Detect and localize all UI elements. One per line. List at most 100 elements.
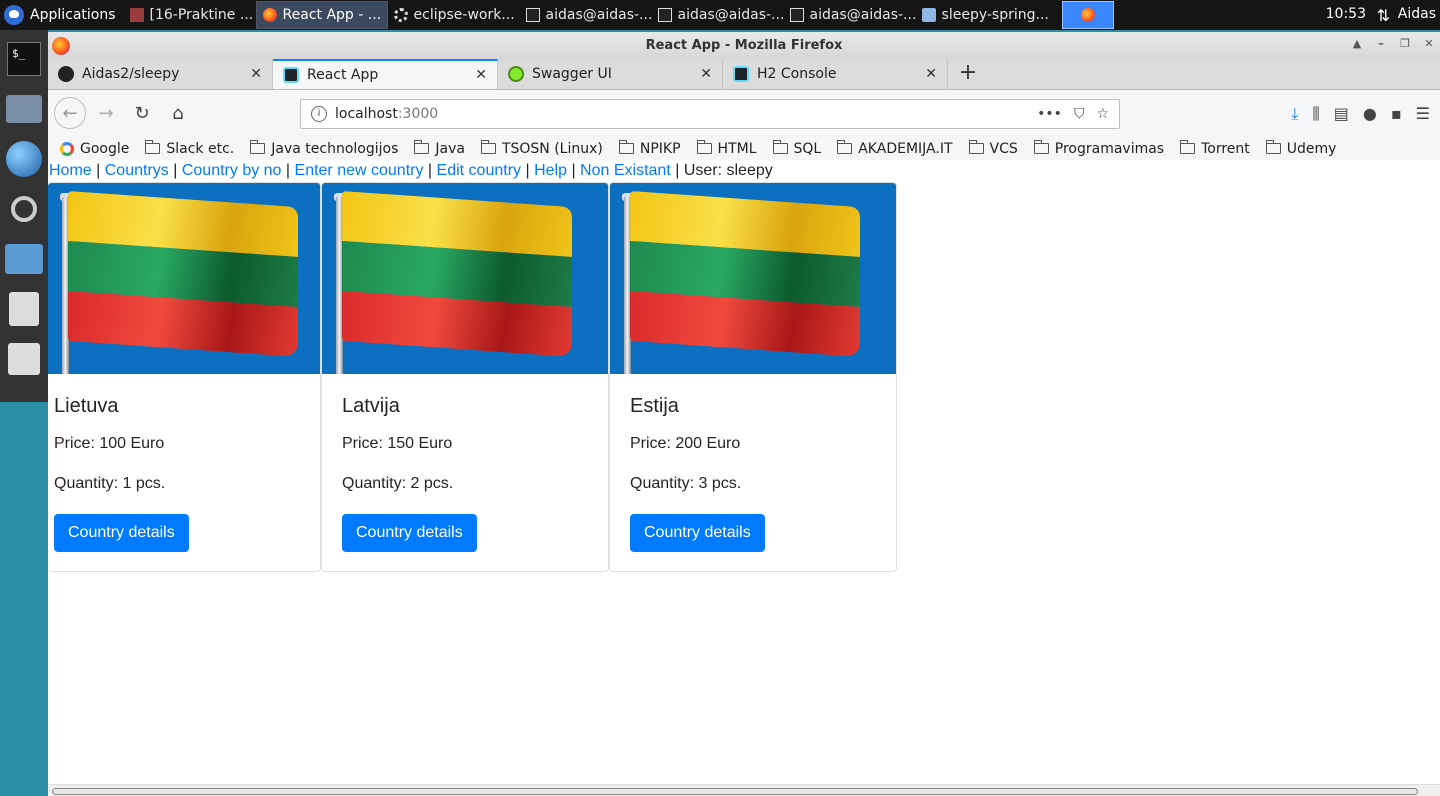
network-icon[interactable]: ⇅ (1377, 6, 1390, 25)
dock-store[interactable] (0, 334, 48, 384)
software-store-icon (8, 343, 40, 375)
tab-react-app[interactable]: React App ✕ (273, 59, 498, 89)
country-details-button[interactable]: Country details (54, 514, 189, 552)
bookmark-folder[interactable]: SQL (772, 140, 821, 157)
user-menu[interactable]: Aidas (1398, 6, 1436, 22)
swagger-icon (508, 66, 524, 82)
country-price: Price: 100 Euro (54, 435, 165, 452)
forward-button[interactable]: → (90, 97, 122, 129)
taskbar-item-terminal-3[interactable]: aidas@aidas-... (784, 1, 916, 29)
bookmark-folder[interactable]: TSOSN (Linux) (480, 140, 603, 157)
nav-separator: | (675, 162, 680, 179)
dock-search[interactable] (0, 184, 48, 234)
tab-swagger[interactable]: Swagger UI ✕ (498, 59, 723, 89)
scrollbar-thumb[interactable] (52, 788, 1418, 795)
bookmark-folder[interactable]: VCS (968, 140, 1018, 157)
window-close-button[interactable]: ✕ (1418, 36, 1440, 52)
dock-browser[interactable] (0, 134, 48, 184)
taskbar-firefox-launcher[interactable] (1061, 1, 1114, 29)
bookmark-folder[interactable]: NPIKP (618, 140, 681, 157)
country-card-list: Lietuva Price: 100 Euro Quantity: 1 pcs.… (48, 182, 897, 572)
address-bar[interactable]: i localhost:3000 ••• ⛉ ☆ (300, 99, 1120, 129)
tab-bar: Aidas2/sleepy ✕ React App ✕ Swagger UI ✕… (48, 59, 1440, 90)
folder-icon (968, 140, 984, 154)
taskbar-item-document[interactable]: [16-Praktine ... (124, 1, 256, 29)
country-quantity: Quantity: 1 pcs. (54, 475, 166, 492)
folder-icon (480, 140, 496, 154)
terminal-icon (657, 8, 672, 22)
extension-icon[interactable]: ● (1363, 104, 1377, 124)
globe-icon (6, 141, 42, 177)
nav-separator: | (96, 162, 101, 179)
taskbar-item-terminal-1[interactable]: aidas@aidas-... (520, 1, 652, 29)
bookmark-google[interactable]: Google (60, 141, 129, 157)
folder-icon (414, 140, 430, 154)
nav-link-edit-country[interactable]: Edit country (437, 162, 521, 179)
dock-files[interactable] (0, 234, 48, 284)
country-details-button[interactable]: Country details (342, 514, 477, 552)
nav-link-non-existant[interactable]: Non Existant (580, 162, 671, 179)
taskbar-item-terminal-2[interactable]: aidas@aidas-... (652, 1, 784, 29)
folder-icon (772, 140, 788, 154)
bookmark-folder[interactable]: Programavimas (1033, 140, 1164, 157)
sidebar-icon[interactable]: ▤ (1334, 104, 1349, 124)
home-button[interactable]: ⌂ (162, 97, 194, 129)
taskbar-item-folder[interactable]: sleepy-spring... (916, 1, 1048, 29)
taskbar-item-react-app[interactable]: React App - ... (255, 1, 388, 29)
bookmark-folder[interactable]: Udemy (1265, 140, 1336, 157)
window-titlebar[interactable]: React App - Mozilla Firefox ▲ – ❐ ✕ (48, 32, 1440, 60)
github-icon (58, 66, 74, 82)
firefox-icon (52, 37, 70, 55)
country-name: Latvija (342, 395, 400, 417)
back-button[interactable]: ← (54, 97, 86, 129)
bookmark-folder[interactable]: Torrent (1180, 140, 1250, 157)
window-maximize-button[interactable]: ❐ (1394, 36, 1416, 52)
dock-terminal[interactable]: $_ (0, 34, 48, 84)
library-icon[interactable]: ⫼ (1312, 104, 1319, 124)
google-icon (60, 141, 74, 156)
taskbar-item-eclipse[interactable]: eclipse-work... (388, 1, 520, 29)
dock-home[interactable] (0, 84, 48, 134)
country-details-button[interactable]: Country details (630, 514, 765, 552)
dock-usb[interactable] (0, 284, 48, 334)
reload-button[interactable]: ↻ (126, 97, 158, 129)
nav-link-help[interactable]: Help (534, 162, 567, 179)
tab-github[interactable]: Aidas2/sleepy ✕ (48, 59, 273, 89)
folder-icon (1265, 140, 1281, 154)
bookmarks-toolbar: Google Slack etc. Java technologijos Jav… (48, 136, 1440, 162)
close-icon[interactable]: ✕ (700, 66, 712, 82)
close-icon[interactable]: ✕ (475, 67, 487, 83)
bookmark-folder[interactable]: HTML (696, 140, 757, 157)
nav-separator: | (285, 162, 291, 179)
applications-menu-button[interactable]: Applications (0, 0, 124, 30)
horizontal-scrollbar[interactable] (48, 784, 1440, 796)
extension-2-icon[interactable]: ▪ (1391, 104, 1402, 124)
nav-link-home[interactable]: Home (49, 162, 92, 179)
nav-separator: | (173, 162, 178, 179)
nav-link-enter-new-country[interactable]: Enter new country (295, 162, 424, 179)
nav-link-countrys[interactable]: Countrys (105, 162, 169, 179)
site-info-icon[interactable]: i (311, 106, 327, 122)
bookmark-folder[interactable]: Java technologijos (250, 140, 398, 157)
top-taskbar: Applications [16-Praktine ... React App … (0, 0, 1440, 30)
pocket-icon[interactable]: ⛉ (1074, 106, 1085, 122)
new-tab-button[interactable]: + (948, 59, 988, 89)
clock[interactable]: 10:53 (1326, 6, 1366, 22)
bookmark-folder[interactable]: Slack etc. (145, 140, 234, 157)
close-icon[interactable]: ✕ (925, 66, 937, 82)
bookmark-star-icon[interactable]: ☆ (1096, 106, 1109, 122)
folder-icon (145, 140, 161, 154)
close-icon[interactable]: ✕ (250, 66, 262, 82)
window-shade-button[interactable]: ▲ (1346, 36, 1368, 52)
downloads-icon[interactable]: ⤓ (1291, 104, 1298, 124)
country-name: Estija (630, 395, 679, 417)
page-actions-icon[interactable]: ••• (1037, 106, 1062, 122)
nav-separator: | (525, 162, 530, 179)
tab-h2-console[interactable]: H2 Console ✕ (723, 59, 948, 89)
nav-link-country-by-no[interactable]: Country by no (182, 162, 282, 179)
window-minimize-button[interactable]: – (1370, 36, 1392, 52)
bookmark-folder[interactable]: Java (414, 140, 465, 157)
menu-icon[interactable]: ☰ (1416, 104, 1430, 124)
home-folder-icon (6, 95, 42, 123)
bookmark-folder[interactable]: AKADEMIJA.IT (837, 140, 953, 157)
